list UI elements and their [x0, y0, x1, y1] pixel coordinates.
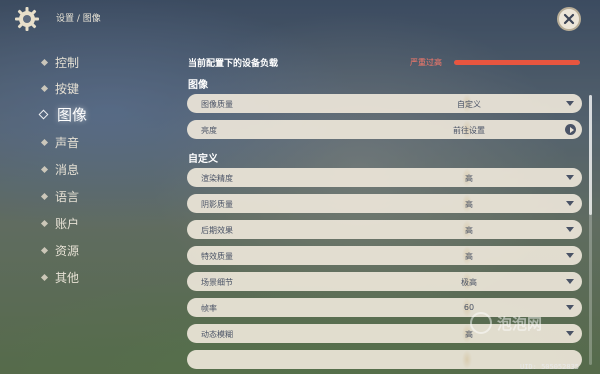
sidebar: 控制 按键 图像 声音 消息 语言 账户 资源 其他 [0, 48, 160, 298]
setting-value: 60 [463, 303, 475, 312]
setting-row-render-resolution[interactable]: 渲染精度 高 [187, 168, 582, 187]
setting-value: 前往设置 [453, 126, 485, 135]
sidebar-item-label: 消息 [55, 162, 80, 177]
setting-label: 特效质量 [201, 252, 233, 261]
setting-label: 亮度 [201, 126, 217, 135]
device-load-title: 当前配置下的设备负载 [188, 59, 279, 69]
sidebar-item-label: 资源 [55, 243, 80, 258]
setting-row-post-processing[interactable]: 后期效果 高 [187, 220, 582, 239]
diamond-outline-icon [38, 109, 49, 119]
diamond-icon [40, 165, 49, 173]
setting-value: 高 [465, 200, 473, 209]
setting-label: 动态模糊 [201, 330, 233, 339]
diamond-icon [40, 273, 49, 281]
close-button[interactable] [557, 7, 581, 31]
sidebar-item-label: 图像 [57, 105, 88, 124]
sidebar-item-label: 其他 [55, 270, 80, 285]
diamond-icon [40, 219, 49, 227]
caret-down-icon [566, 227, 574, 232]
sidebar-item-graphics[interactable]: 图像 [38, 104, 88, 124]
caret-down-icon [566, 253, 574, 258]
setting-label: 渲染精度 [201, 174, 233, 183]
scrollbar[interactable] [589, 95, 592, 365]
sparkle-decoration [455, 350, 479, 369]
sidebar-item-label: 控制 [55, 55, 80, 70]
setting-row-image-quality[interactable]: 图像质量 自定义 [187, 94, 582, 113]
setting-label: 帧率 [201, 304, 217, 313]
caret-down-icon [566, 201, 574, 206]
watermark-logo-icon [470, 312, 492, 334]
watermark: 泡泡网 [470, 312, 542, 334]
caret-down-icon [566, 305, 574, 310]
setting-row-shadow-quality[interactable]: 阴影质量 高 [187, 194, 582, 213]
diamond-icon [40, 58, 49, 66]
sidebar-item-audio[interactable]: 声音 [40, 132, 80, 152]
sidebar-item-resources[interactable]: 资源 [40, 240, 80, 260]
scrollbar-thumb[interactable] [589, 95, 592, 215]
play-circle-icon [565, 124, 576, 135]
diamond-icon [40, 138, 49, 146]
watermark-text: 泡泡网 [497, 314, 543, 333]
setting-label: 场景细节 [201, 278, 233, 287]
uid-label: UID: 505052835 [520, 363, 580, 371]
section-title-custom: 自定义 [188, 154, 218, 165]
caret-down-icon [566, 101, 574, 106]
caret-down-icon [566, 175, 574, 180]
diamond-icon [40, 246, 49, 254]
setting-value: 高 [465, 226, 473, 235]
sidebar-item-controls[interactable]: 控制 [40, 52, 80, 72]
sidebar-item-label: 账户 [55, 216, 80, 231]
sidebar-item-label: 按键 [55, 81, 80, 96]
setting-value: 自定义 [457, 100, 481, 109]
breadcrumb: 设置 / 图像 [56, 14, 101, 24]
gear-icon [15, 7, 39, 31]
diamond-icon [40, 192, 49, 200]
device-load-row: 当前配置下的设备负载 严重过高 [188, 56, 580, 70]
setting-value: 高 [465, 174, 473, 183]
device-load-status: 严重过高 [410, 58, 442, 67]
setting-label: 阴影质量 [201, 200, 233, 209]
setting-label: 后期效果 [201, 226, 233, 235]
caret-down-icon [566, 331, 574, 336]
setting-row-scene-detail[interactable]: 场景细节 极高 [187, 272, 582, 291]
sidebar-item-messages[interactable]: 消息 [40, 159, 80, 179]
section-title-image: 图像 [188, 80, 208, 91]
sidebar-item-language[interactable]: 语言 [40, 186, 80, 206]
diamond-icon [40, 84, 49, 92]
device-load-bar [454, 60, 580, 65]
setting-value: 高 [465, 252, 473, 261]
top-bar: 设置 / 图像 [0, 0, 600, 36]
setting-value: 极高 [461, 278, 477, 287]
setting-row-brightness[interactable]: 亮度 前往设置 [187, 120, 582, 139]
caret-down-icon [566, 279, 574, 284]
close-icon [563, 13, 575, 25]
sidebar-item-label: 声音 [55, 135, 80, 150]
device-load-bar-fill [454, 60, 580, 65]
setting-row-effects-quality[interactable]: 特效质量 高 [187, 246, 582, 265]
setting-label: 图像质量 [201, 100, 233, 109]
sidebar-item-account[interactable]: 账户 [40, 213, 80, 233]
sidebar-item-keybinds[interactable]: 按键 [40, 78, 80, 98]
sidebar-item-other[interactable]: 其他 [40, 267, 80, 287]
sidebar-item-label: 语言 [55, 189, 80, 204]
